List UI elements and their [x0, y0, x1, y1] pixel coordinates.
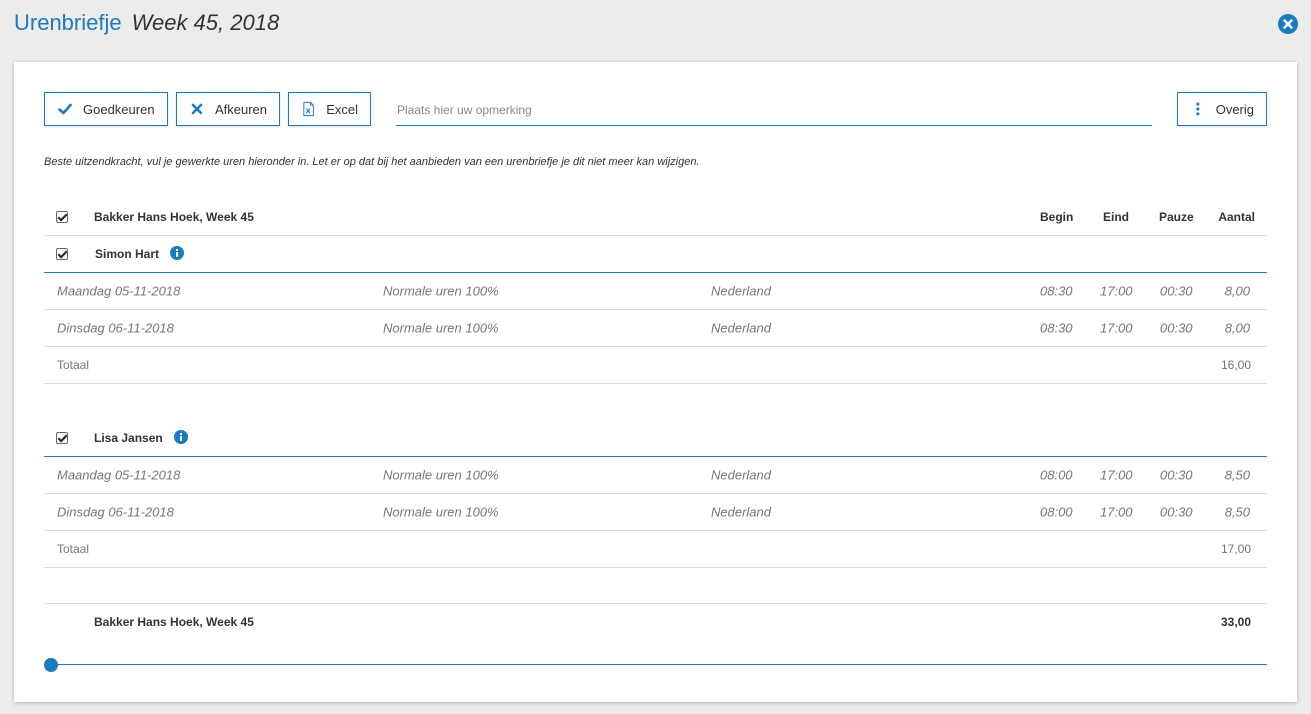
row-country: Nederland [711, 504, 771, 520]
close-icon [1283, 19, 1293, 29]
row-pause: 00:30 [1160, 504, 1193, 520]
group-footer-total: 33,00 [1220, 615, 1251, 629]
row-pause: 00:30 [1160, 320, 1193, 336]
group-title: Bakker Hans Hoek, Week 45 [94, 209, 254, 224]
approve-label: Goedkeuren [83, 101, 155, 117]
row-type: Normale uren 100% [383, 320, 499, 336]
employee-checkbox[interactable] [56, 432, 68, 444]
approve-button[interactable]: Goedkeuren [44, 92, 168, 126]
row-country: Nederland [711, 283, 771, 299]
total-value: 17,00 [1220, 542, 1251, 556]
row-day: Dinsdag 06-11-2018 [57, 504, 174, 520]
timesheet-panel: Goedkeuren Afkeuren Excel Overig [14, 62, 1297, 702]
remark-input[interactable] [396, 94, 1152, 126]
reject-button[interactable]: Afkeuren [176, 92, 280, 126]
info-icon[interactable] [170, 246, 184, 260]
total-label: Totaal [57, 358, 90, 372]
column-end: Eind [1103, 209, 1129, 224]
excel-file-icon [303, 101, 314, 117]
cross-icon [191, 103, 203, 115]
row-count: 8,00 [1224, 320, 1250, 336]
table-row: Maandag 05-11-2018 Normale uren 100% Ned… [44, 457, 1267, 494]
group-header-row: Bakker Hans Hoek, Week 45 Begin Eind Pau… [44, 198, 1267, 236]
spacer-row [44, 384, 1267, 420]
other-button[interactable]: Overig [1177, 92, 1267, 126]
table-row: Maandag 05-11-2018 Normale uren 100% Ned… [44, 273, 1267, 310]
intro-text: Beste uitzendkracht, vul je gewerkte ure… [44, 156, 700, 168]
group-footer-row: Bakker Hans Hoek, Week 45 33,00 [44, 604, 1267, 640]
other-label: Overig [1215, 101, 1254, 117]
close-button[interactable] [1278, 14, 1298, 34]
row-day: Maandag 05-11-2018 [57, 283, 181, 299]
employee-name: Lisa Jansen [94, 431, 163, 445]
scroll-slider[interactable] [44, 658, 1267, 672]
excel-button[interactable]: Excel [288, 92, 371, 126]
slider-track[interactable] [44, 664, 1267, 665]
reject-label: Afkeuren [214, 101, 267, 117]
toolbar: Goedkeuren Afkeuren Excel Overig [44, 92, 1267, 126]
employee-name: Simon Hart [95, 247, 160, 261]
group-footer-title: Bakker Hans Hoek, Week 45 [94, 615, 254, 629]
group-checkbox[interactable] [56, 210, 68, 223]
row-begin: 08:30 [1040, 283, 1073, 299]
row-pause: 00:30 [1160, 467, 1193, 483]
page-header: Urenbriefje Week 45, 2018 [14, 10, 279, 42]
employee-header-row: Simon Hart [44, 236, 1267, 273]
total-label: Totaal [57, 542, 90, 556]
table-row: Dinsdag 06-11-2018 Normale uren 100% Ned… [44, 310, 1267, 347]
info-icon[interactable] [174, 430, 188, 444]
row-end: 17:00 [1100, 283, 1133, 299]
row-end: 17:00 [1100, 504, 1133, 520]
row-count: 8,00 [1224, 283, 1250, 299]
week-title: Week 45, 2018 [131, 10, 280, 35]
row-end: 17:00 [1100, 467, 1133, 483]
timesheet-table: Bakker Hans Hoek, Week 45 Begin Eind Pau… [44, 198, 1267, 640]
spacer-row [44, 568, 1267, 604]
row-begin: 08:30 [1040, 320, 1073, 336]
column-count: Aantal [1218, 209, 1255, 224]
app-title: Urenbriefje [14, 10, 122, 35]
row-count: 8,50 [1224, 467, 1250, 483]
row-type: Normale uren 100% [383, 283, 499, 299]
row-country: Nederland [711, 467, 771, 483]
row-type: Normale uren 100% [383, 467, 499, 483]
total-row: Totaal 16,00 [44, 347, 1267, 384]
row-day: Dinsdag 06-11-2018 [57, 320, 174, 336]
total-row: Totaal 17,00 [44, 531, 1267, 568]
row-end: 17:00 [1100, 320, 1133, 336]
employee-header-row: Lisa Jansen [44, 420, 1267, 457]
row-type: Normale uren 100% [383, 504, 499, 520]
check-icon [58, 103, 72, 115]
row-day: Maandag 05-11-2018 [57, 467, 181, 483]
employee-checkbox[interactable] [56, 248, 68, 260]
row-begin: 08:00 [1040, 467, 1073, 483]
column-begin: Begin [1040, 209, 1074, 224]
row-country: Nederland [711, 320, 771, 336]
slider-thumb[interactable] [44, 658, 58, 672]
table-row: Dinsdag 06-11-2018 Normale uren 100% Ned… [44, 494, 1267, 531]
column-pause: Pauze [1159, 209, 1194, 224]
row-begin: 08:00 [1040, 504, 1073, 520]
vertical-dots-icon [1196, 102, 1200, 116]
excel-label: Excel [326, 101, 358, 117]
total-value: 16,00 [1220, 358, 1251, 372]
row-pause: 00:30 [1160, 283, 1193, 299]
row-count: 8,50 [1224, 504, 1250, 520]
